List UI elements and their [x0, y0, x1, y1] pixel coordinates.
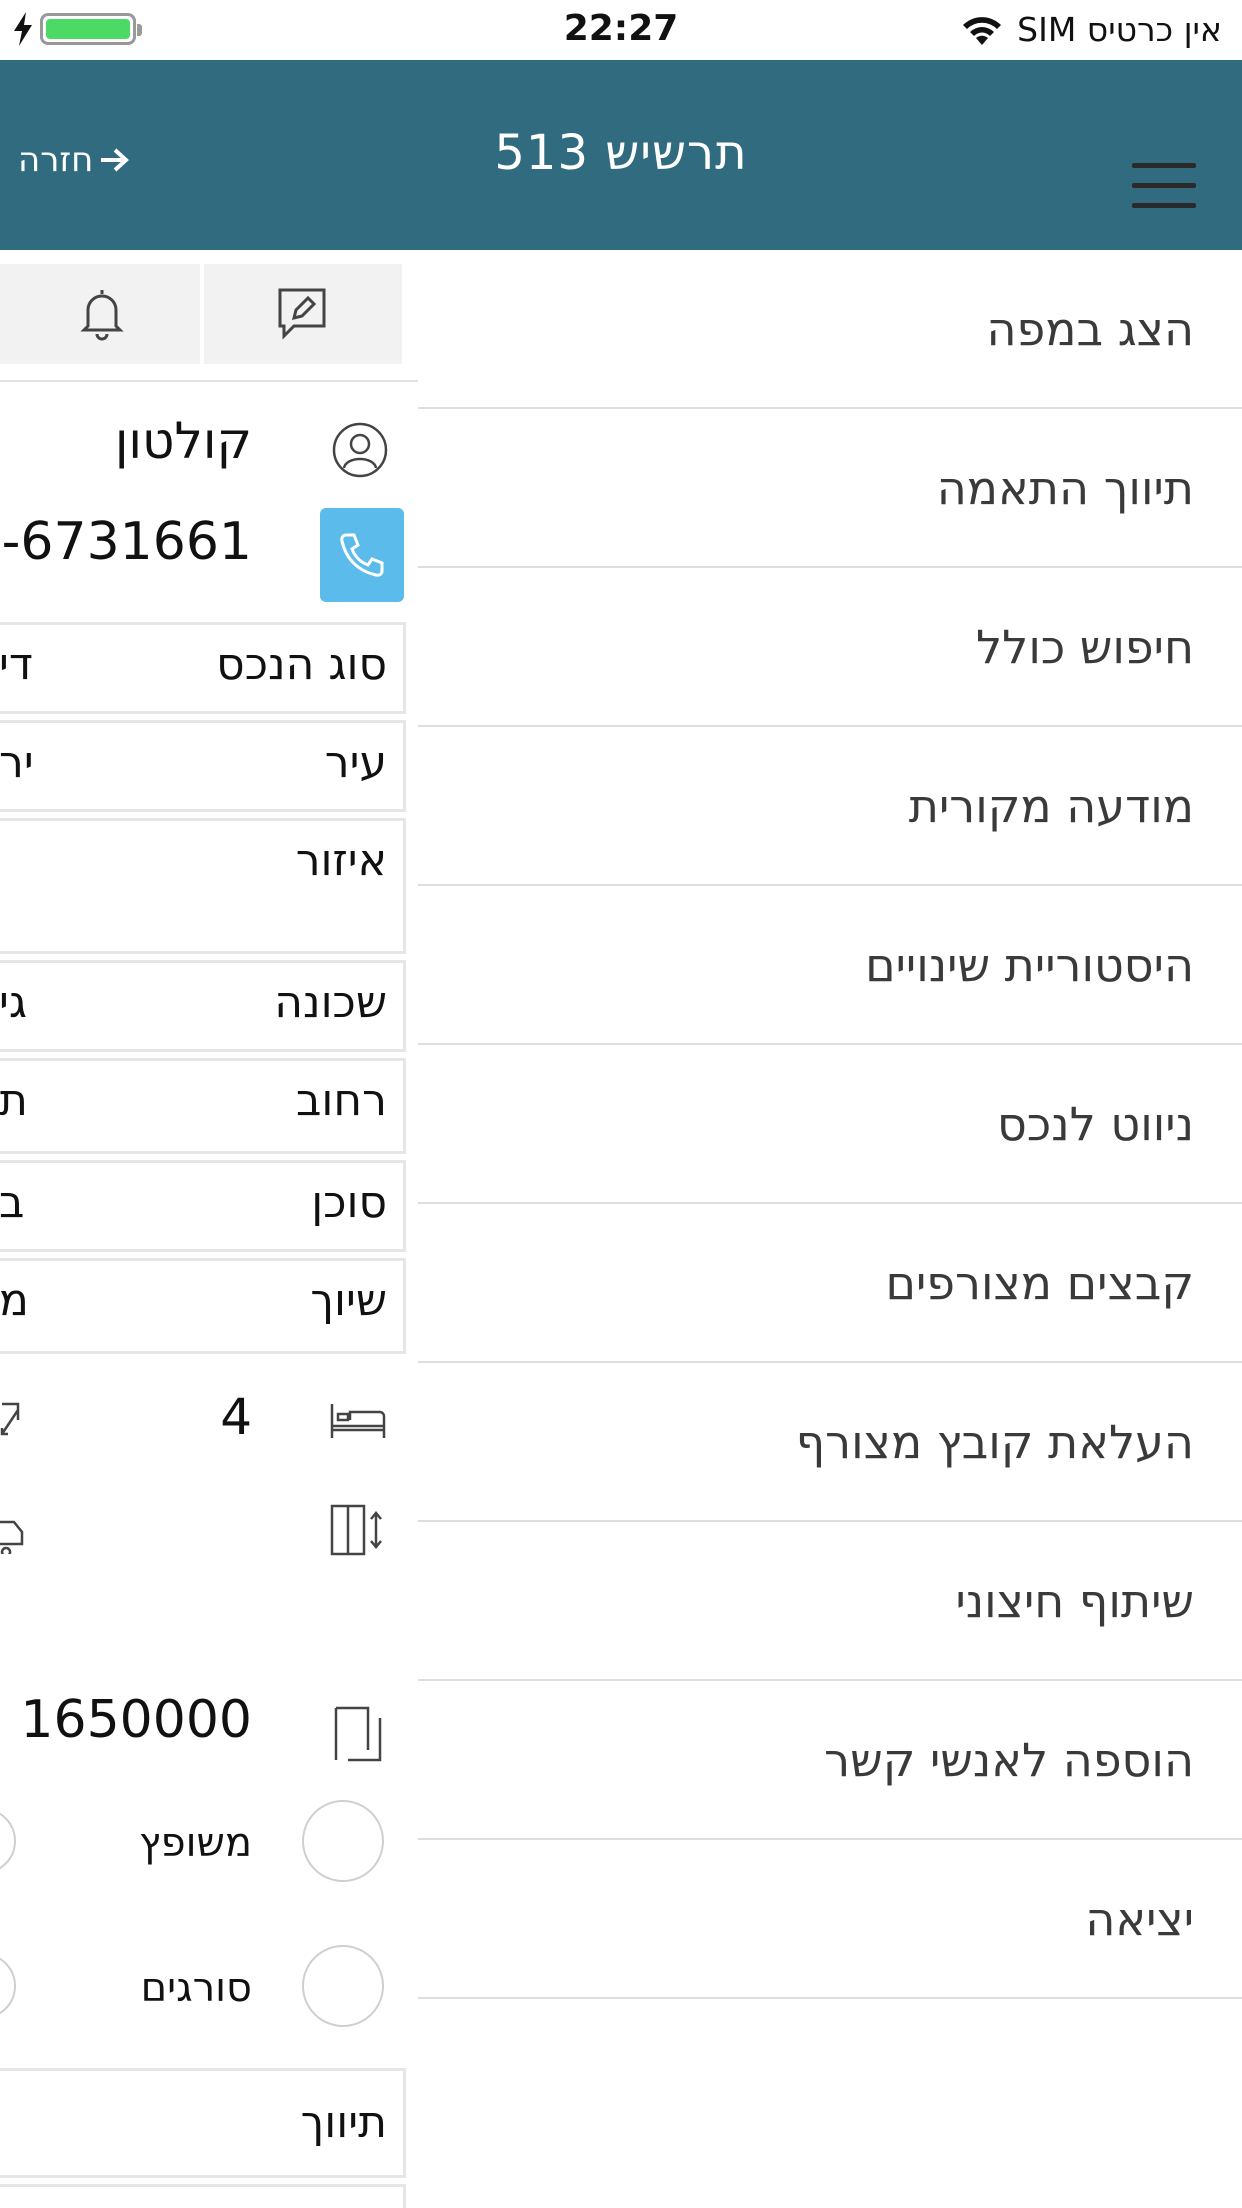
property-detail-page: קולטון -6731661 סוג הנכס די עיר יר איזור… [0, 250, 420, 2208]
bars-label: סורגים [140, 1965, 252, 2011]
field-value: מ [0, 1275, 29, 1326]
field-tagging[interactable]: תיווך [0, 2068, 406, 2178]
menu-item-upload-attachment[interactable]: העלאת קובץ מצורף [418, 1363, 1242, 1522]
menu-item-label: הוספה לאנשי קשר [824, 1732, 1194, 1787]
option-checkbox[interactable] [0, 1953, 16, 2019]
menu-item-label: היסטוריית שינויים [865, 937, 1194, 992]
price-value: 1650000 [20, 1690, 252, 1750]
field-label: רחוב [295, 1075, 387, 1126]
menu-item-add-to-contacts[interactable]: הוספה לאנשי קשר [418, 1681, 1242, 1840]
page-title: תרשיש 513 [494, 125, 748, 181]
field-label: שכונה [274, 977, 387, 1028]
menu-item-change-history[interactable]: היסטוריית שינויים [418, 886, 1242, 1045]
menu-icon[interactable] [1132, 163, 1196, 209]
status-bar: 22:27 אין כרטיס SIM [0, 0, 1242, 60]
menu-item-label: קבצים מצורפים [885, 1255, 1194, 1310]
bed-icon [330, 1404, 386, 1438]
bell-icon[interactable] [72, 284, 132, 344]
carrier-status: אין כרטיס SIM [959, 10, 1222, 49]
rooms-count: 4 [220, 1388, 252, 1446]
field-property-type[interactable]: סוג הנכס די [0, 622, 406, 714]
edit-note-icon[interactable] [272, 284, 332, 344]
menu-item-label: ניווט לנכס [997, 1096, 1194, 1151]
field-value: ב [0, 1177, 25, 1228]
menu-item-label: תיווך התאמה [936, 460, 1194, 515]
carrier-label: אין כרטיס SIM [1017, 10, 1222, 49]
field-label: שיוך [310, 1275, 387, 1326]
wifi-icon [963, 16, 1002, 45]
field-value: גי [0, 977, 27, 1028]
field-neighborhood[interactable]: שכונה גי [0, 960, 406, 1052]
menu-item-external-share[interactable]: שיתוף חיצוני [418, 1522, 1242, 1681]
menu-item-label: הצג במפה [986, 301, 1194, 356]
field-label: תיווך [300, 2097, 387, 2148]
area-resize-icon [0, 1402, 20, 1436]
field-assignment[interactable]: שיוך מ [0, 1258, 406, 1354]
side-menu: הצג במפה תיווך התאמה חיפוש כולל מודעה מק… [418, 250, 1242, 2208]
menu-item-exit[interactable]: יציאה [418, 1840, 1242, 1999]
shekel-icon [334, 1706, 382, 1762]
user-icon [332, 422, 388, 478]
field-label: עיר [324, 737, 387, 788]
field-value: די [0, 639, 33, 690]
menu-item-label: מודעה מקורית [908, 778, 1194, 833]
menu-item-original-ad[interactable]: מודעה מקורית [418, 727, 1242, 886]
menu-item-navigate-to-property[interactable]: ניווט לנכס [418, 1045, 1242, 1204]
menu-item-label: יציאה [1085, 1891, 1194, 1946]
bars-checkbox[interactable] [302, 1945, 384, 2027]
field-label: איזור [295, 835, 387, 886]
menu-item-global-search[interactable]: חיפוש כולל [418, 568, 1242, 727]
phone-icon [340, 533, 384, 577]
field-area[interactable]: איזור [0, 818, 406, 954]
option-checkbox[interactable] [0, 1808, 16, 1874]
call-button[interactable] [320, 508, 404, 602]
menu-item-attached-files[interactable]: קבצים מצורפים [418, 1204, 1242, 1363]
field-next[interactable] [0, 2184, 406, 2208]
field-label: סוכן [311, 1177, 387, 1228]
menu-item-label: העלאת קובץ מצורף [795, 1414, 1194, 1469]
renovated-label: משופץ [139, 1820, 252, 1866]
menu-item-label: חיפוש כולל [976, 619, 1194, 674]
field-agent[interactable]: סוכן ב [0, 1160, 406, 1252]
elevator-icon [330, 1504, 382, 1556]
field-value: ת [0, 1075, 28, 1126]
field-value: יר [0, 737, 34, 788]
field-street[interactable]: רחוב ת [0, 1058, 406, 1154]
menu-item-show-on-map[interactable]: הצג במפה [418, 250, 1242, 409]
field-city[interactable]: עיר יר [0, 720, 406, 812]
car-icon [0, 1520, 24, 1554]
action-toolbar [0, 264, 402, 364]
menu-item-label: שיתוף חיצוני [955, 1573, 1194, 1628]
contact-phone[interactable]: -6731661 [2, 512, 252, 572]
app-header: חזרה תרשיש 513 [0, 60, 1242, 250]
field-label: סוג הנכס [216, 639, 387, 690]
renovated-checkbox[interactable] [302, 1800, 384, 1882]
contact-name: קולטון [114, 412, 252, 470]
menu-item-match-brokerage[interactable]: תיווך התאמה [418, 409, 1242, 568]
